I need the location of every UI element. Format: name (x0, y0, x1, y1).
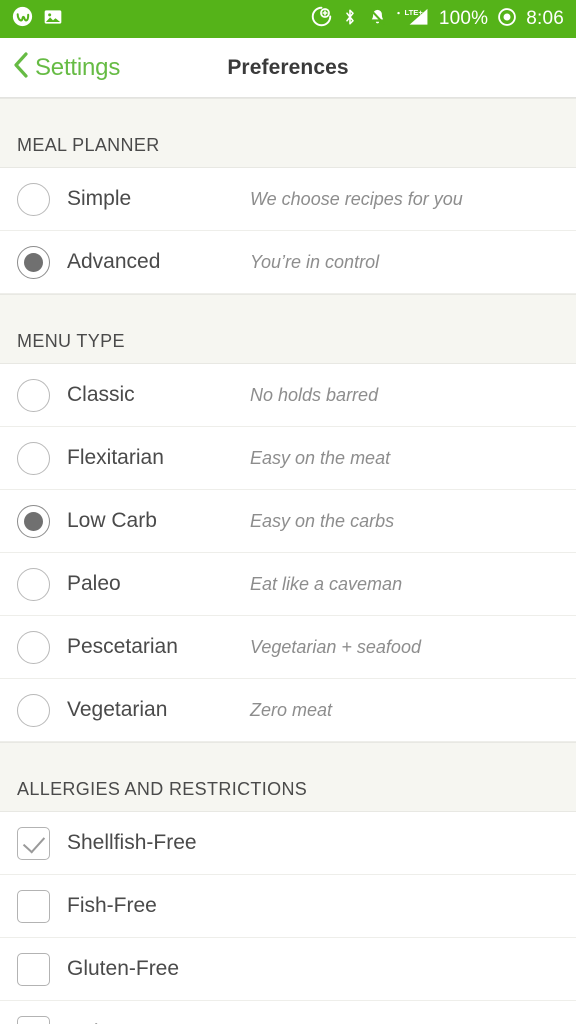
list-item-label: Gluten-Free (67, 957, 180, 980)
list-item[interactable]: Vegetarian Zero meat (0, 679, 576, 742)
list-item[interactable]: Fish-Free (0, 875, 576, 938)
list-item-label: Vegetarian (67, 698, 168, 721)
list-item-description: Vegetarian + seafood (250, 636, 421, 657)
list-item[interactable]: Dairy-Free (0, 1001, 576, 1024)
list-item-description: Zero meat (250, 699, 333, 720)
list-item[interactable]: Advanced You’re in control (0, 231, 576, 294)
radio-button[interactable] (17, 567, 50, 601)
list-item[interactable]: Flexitarian Easy on the meat (0, 427, 576, 490)
list-item-label: Advanced (67, 250, 161, 273)
list-item[interactable]: Gluten-Free (0, 938, 576, 1001)
status-bar-system-icons: LTE+ 100% 8:06 (311, 6, 564, 32)
radio-button[interactable] (17, 693, 50, 727)
list-item-label: Simple (67, 187, 132, 210)
list-item-label: Low Carb (67, 509, 157, 532)
checkbox[interactable] (17, 889, 50, 923)
section-header-label: ALLERGIES AND RESTRICTIONS (17, 779, 308, 799)
data-saver-icon (311, 6, 332, 32)
list-item-label: Paleo (67, 572, 121, 595)
radio-button[interactable] (17, 441, 50, 475)
notifications-silenced-icon (368, 7, 387, 32)
clock-label: 8:06 (526, 8, 564, 29)
list-item-content: Low Carb Easy on the carbs (17, 490, 576, 552)
list-item[interactable]: Simple We choose recipes for you (0, 168, 576, 231)
list-item-label: Dairy-Free (67, 1021, 166, 1024)
list-item-description: Easy on the carbs (250, 510, 395, 531)
list-item-description: No holds barred (250, 384, 379, 405)
list-item-label: Classic (67, 383, 135, 406)
radio-button[interactable] (17, 182, 50, 216)
list-item-label: Pescetarian (67, 635, 178, 658)
image-notification-icon (43, 7, 63, 32)
list-item-content: Simple We choose recipes for you (17, 168, 576, 230)
list-item-label: Shellfish-Free (67, 831, 197, 854)
navigation-bar: Settings Preferences (0, 38, 576, 98)
list-item-description: You’re in control (250, 251, 380, 272)
list-item-content: Fish-Free (17, 875, 576, 937)
back-to-settings-button[interactable]: Settings (0, 50, 120, 85)
list-item[interactable]: Shellfish-Free (0, 812, 576, 875)
radio-button-selected[interactable] (17, 245, 50, 279)
list-item[interactable]: Classic No holds barred (0, 364, 576, 427)
list-item-content: Classic No holds barred (17, 364, 576, 426)
section-header-label: MENU TYPE (17, 331, 125, 351)
preferences-screen: LTE+ 100% 8:06 Settings Preferences MEAL… (0, 0, 576, 1024)
list-item-content: Advanced You’re in control (17, 231, 576, 293)
radio-button[interactable] (17, 630, 50, 664)
list-item-content: Gluten-Free (17, 938, 576, 1000)
checkbox-checked[interactable] (17, 826, 50, 860)
checkbox[interactable] (17, 952, 50, 986)
section-header-meal-planner: MEAL PLANNER (0, 98, 576, 168)
lte-plus-signal-icon: LTE+ (396, 6, 430, 32)
list-item-label: Fish-Free (67, 894, 157, 917)
list-item-description: We choose recipes for you (250, 188, 463, 209)
list-item-content: Paleo Eat like a caveman (17, 553, 576, 615)
app-notification-icon (12, 6, 33, 32)
radio-button[interactable] (17, 378, 50, 412)
checkbox[interactable] (17, 1016, 50, 1024)
bluetooth-icon (341, 7, 359, 32)
section-header-label: MEAL PLANNER (17, 135, 160, 155)
battery-charging-icon (497, 7, 517, 32)
list-item[interactable]: Pescetarian Vegetarian + seafood (0, 616, 576, 679)
chevron-left-icon (10, 50, 32, 85)
list-item-content: Dairy-Free (17, 1001, 576, 1024)
list-item[interactable]: Low Carb Easy on the carbs (0, 490, 576, 553)
list-item-content: Pescetarian Vegetarian + seafood (17, 616, 576, 678)
back-button-label: Settings (35, 53, 121, 81)
list-item-description: Eat like a caveman (250, 573, 403, 594)
preferences-list[interactable]: MEAL PLANNER Simple We choose recipes for … (0, 98, 576, 1024)
list-item-label: Flexitarian (67, 446, 164, 469)
list-item[interactable]: Paleo Eat like a caveman (0, 553, 576, 616)
section-header-menu-type: MENU TYPE (0, 294, 576, 364)
battery-percent-label: 100% (438, 8, 489, 29)
status-bar: LTE+ 100% 8:06 (0, 0, 576, 38)
radio-button-selected[interactable] (17, 504, 50, 538)
status-bar-notifications (12, 6, 63, 32)
section-header-allergies-and-restrictions: ALLERGIES AND RESTRICTIONS (0, 742, 576, 812)
list-item-content: Flexitarian Easy on the meat (17, 427, 576, 489)
list-item-content: Shellfish-Free (17, 812, 576, 874)
list-item-content: Vegetarian Zero meat (17, 679, 576, 741)
list-item-description: Easy on the meat (250, 447, 391, 468)
